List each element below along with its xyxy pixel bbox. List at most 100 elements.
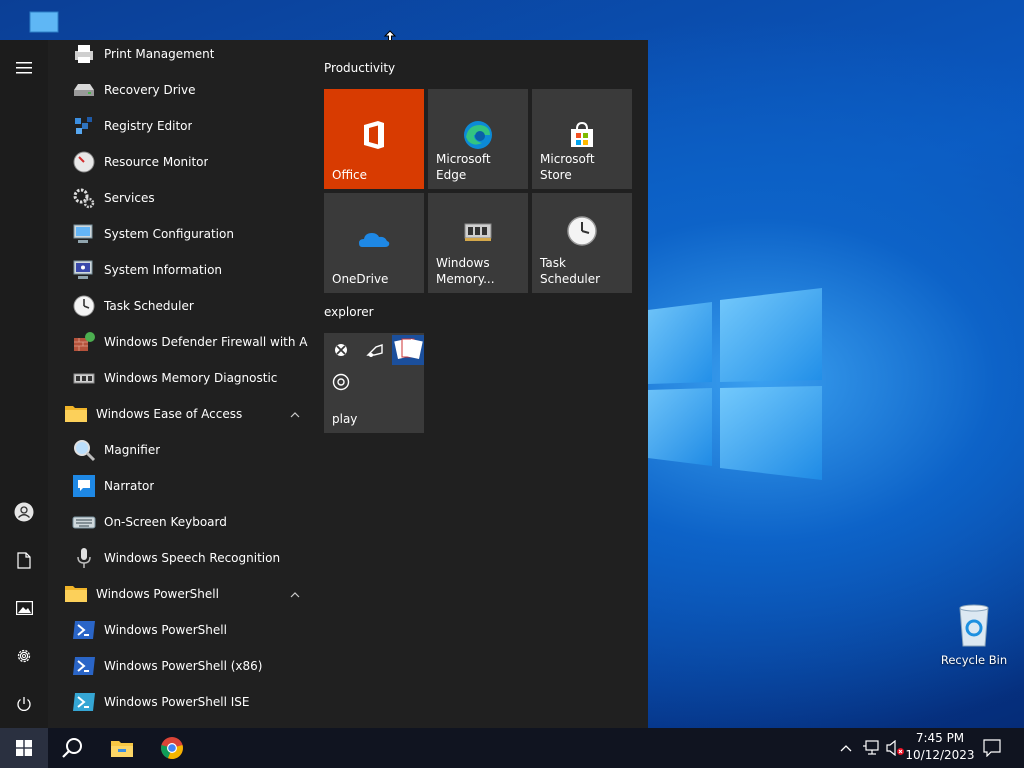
services-gear-icon: [72, 186, 96, 210]
tile-label: OneDrive: [332, 272, 389, 286]
this-pc-icon[interactable]: [28, 10, 60, 40]
gear-icon: [17, 649, 31, 663]
show-hidden-icons-button[interactable]: [836, 728, 856, 768]
tile-task-scheduler[interactable]: Task Scheduler: [532, 193, 632, 293]
notification-icon: [983, 739, 1001, 757]
chevron-up-icon[interactable]: [290, 587, 300, 601]
app-item-label: Task Scheduler: [104, 299, 194, 313]
documents-button[interactable]: [0, 540, 48, 580]
app-item-windows-powershell[interactable]: Windows PowerShell: [56, 612, 308, 648]
clock[interactable]: 7:45 PM 10/12/2023: [898, 730, 982, 764]
app-item-windows-speech-recognition[interactable]: Windows Speech Recognition: [56, 540, 308, 576]
search-icon: [62, 738, 82, 758]
firewall-icon: [72, 330, 96, 354]
expand-menu-button[interactable]: [0, 48, 48, 88]
app-item-label: System Information: [104, 263, 223, 277]
app-item-label: Windows Defender Firewall with Ad...: [104, 335, 308, 349]
app-item-task-scheduler[interactable]: Task Scheduler: [56, 288, 308, 324]
app-item-label: Resource Monitor: [104, 155, 209, 169]
file-explorer-icon: [111, 741, 133, 757]
chevron-up-icon[interactable]: [290, 407, 300, 421]
app-item-label: Windows Speech Recognition: [104, 551, 281, 565]
app-item-services[interactable]: Services: [56, 180, 308, 216]
store-icon: [571, 121, 593, 147]
microphone-icon: [72, 546, 96, 570]
app-item-label: Registry Editor: [104, 119, 193, 133]
tile-label: Task Scheduler: [540, 256, 601, 286]
windows-logo-icon: [16, 740, 32, 756]
tile-office[interactable]: Office: [324, 89, 424, 189]
app-item-label: System Configuration: [104, 227, 234, 241]
keyboard-icon: [72, 510, 96, 534]
tiles-area: Productivity Office Microsoft Edge Micro…: [324, 40, 644, 728]
recycle-bin-icon: [959, 604, 989, 647]
pictures-button[interactable]: [0, 588, 48, 628]
app-item-label: Windows PowerShell: [104, 623, 227, 637]
app-item-label: Narrator: [104, 479, 155, 493]
taskbar-chrome[interactable]: [148, 728, 196, 768]
clock-icon: [567, 216, 597, 246]
folder-windows-ease-of-access[interactable]: Windows Ease of Access: [56, 396, 308, 432]
app-item-system-configuration[interactable]: System Configuration: [56, 216, 308, 252]
recycle-bin-label: Recycle Bin: [940, 653, 1008, 667]
groove-icon: [332, 373, 350, 391]
app-item-windows-powershell-x86[interactable]: Windows PowerShell (x86): [56, 648, 308, 684]
powershell-icon: [72, 654, 96, 678]
app-item-on-screen-keyboard[interactable]: On-Screen Keyboard: [56, 504, 308, 540]
power-icon: [17, 697, 31, 711]
app-item-registry-editor[interactable]: Registry Editor: [56, 108, 308, 144]
app-list[interactable]: Print Management Recovery Drive Registry E…: [56, 40, 308, 728]
start-button[interactable]: [0, 728, 48, 768]
tile-microsoft-store[interactable]: Microsoft Store: [532, 89, 632, 189]
app-item-resource-monitor[interactable]: Resource Monitor: [56, 144, 308, 180]
tile-microsoft-edge[interactable]: Microsoft Edge: [428, 89, 528, 189]
app-item-recovery-drive[interactable]: Recovery Drive: [56, 72, 308, 108]
app-item-system-information[interactable]: System Information: [56, 252, 308, 288]
tile-label: Microsoft Store: [540, 152, 595, 182]
app-item-label: Windows PowerShell (x86): [104, 659, 263, 673]
clock-time: 7:45 PM: [915, 731, 965, 745]
clock-date: 10/12/2023: [905, 748, 975, 762]
app-item-windows-defender-firewall-with-ad[interactable]: Windows Defender Firewall with Ad...: [56, 324, 308, 360]
app-item-narrator[interactable]: Narrator: [56, 468, 308, 504]
app-item-label: Services: [104, 191, 155, 205]
tile-label: play: [332, 412, 358, 426]
system-configuration-icon: [72, 222, 96, 246]
network-button[interactable]: [860, 728, 882, 768]
app-item-label: Magnifier: [104, 443, 161, 457]
document-icon: [17, 551, 31, 569]
app-item-magnifier[interactable]: Magnifier: [56, 432, 308, 468]
powershell-icon: [72, 618, 96, 642]
app-item-label: Windows Ease of Access: [96, 407, 243, 421]
group-title-productivity[interactable]: Productivity: [324, 61, 395, 75]
tile-label: Microsoft Edge: [436, 152, 491, 182]
power-button[interactable]: [0, 684, 48, 724]
search-button[interactable]: [48, 728, 96, 768]
app-item-label: Print Management: [104, 47, 215, 61]
recycle-bin-desktop-icon[interactable]: Recycle Bin: [938, 602, 1010, 667]
system-information-icon: [72, 258, 96, 282]
tile-onedrive[interactable]: OneDrive: [324, 193, 424, 293]
user-account-button[interactable]: [0, 492, 48, 532]
tile-windows-memory-diagnostic[interactable]: Windows Memory...: [428, 193, 528, 293]
app-item-windows-powershell-ise[interactable]: Windows PowerShell ISE: [56, 684, 308, 720]
solitaire-icon: [392, 335, 424, 365]
group-title-explorer[interactable]: explorer: [324, 305, 374, 319]
music-icon: [366, 344, 383, 357]
app-item-windows-memory-diagnostic[interactable]: Windows Memory Diagnostic: [56, 360, 308, 396]
folder-windows-powershell[interactable]: Windows PowerShell: [56, 576, 308, 612]
folder-icon: [64, 402, 88, 426]
app-item-label: On-Screen Keyboard: [104, 515, 227, 529]
taskbar-file-explorer[interactable]: [98, 728, 146, 768]
print-management-icon: [72, 42, 96, 66]
tile-label: Windows Memory...: [436, 256, 495, 286]
tile-play-folder[interactable]: play: [324, 333, 424, 433]
action-center-button[interactable]: [978, 728, 1006, 768]
app-item-label: Windows Memory Diagnostic: [104, 371, 278, 385]
clock-icon: [72, 294, 96, 318]
drive-icon: [72, 78, 96, 102]
user-icon: [14, 502, 34, 522]
app-item-print-management[interactable]: Print Management: [56, 40, 308, 72]
settings-button[interactable]: [0, 636, 48, 676]
hamburger-icon: [16, 62, 32, 74]
